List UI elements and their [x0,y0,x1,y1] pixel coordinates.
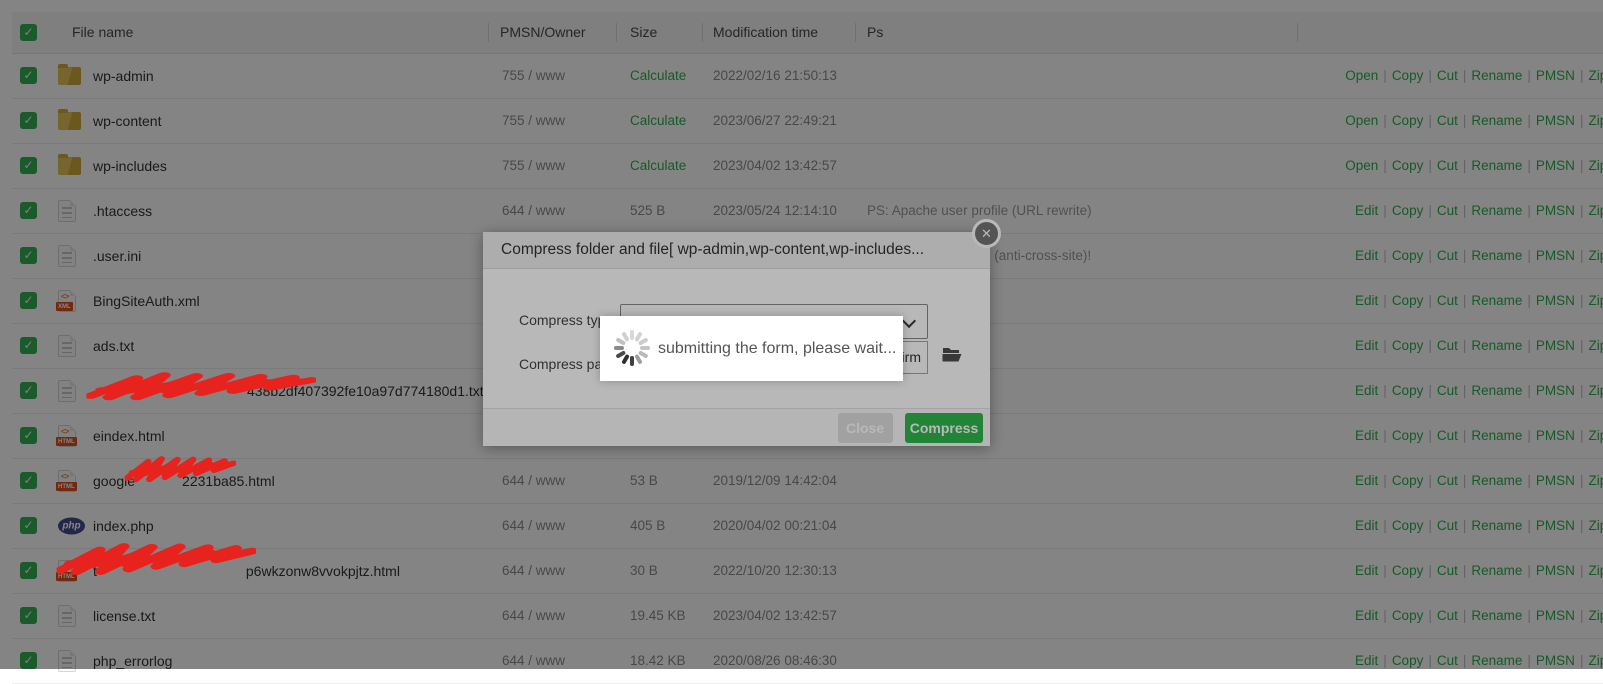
spinner-blade [640,346,650,350]
spinner-blade [630,356,634,366]
loading-box: submitting the form, please wait... [600,316,903,381]
spinner-blade [614,346,624,350]
spinner-icon [614,330,650,366]
spinner-blade [630,330,634,340]
loading-message: submitting the form, please wait... [658,340,897,357]
